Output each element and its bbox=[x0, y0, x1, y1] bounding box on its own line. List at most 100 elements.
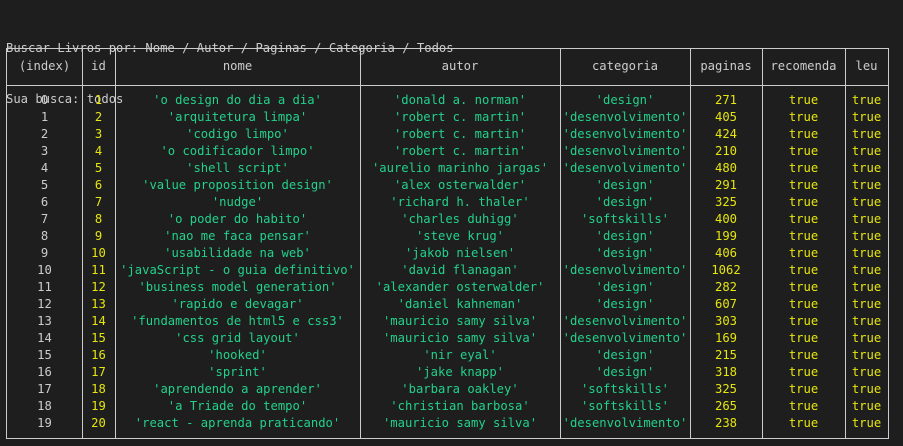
table-cell-categoria: 'design' bbox=[595, 229, 655, 243]
table-cell-id: 1 bbox=[94, 93, 103, 107]
table-cell-autor: 'mauricio samy silva' bbox=[382, 416, 538, 430]
table-cell-categoria: 'design' bbox=[595, 178, 655, 192]
table-cell-nome: 'o design do dia a dia' bbox=[153, 93, 322, 107]
table-cell-autor: 'robert c. martin' bbox=[393, 127, 527, 141]
table-cell-id: 5 bbox=[94, 161, 103, 175]
table-cell-paginas: 480 bbox=[714, 161, 737, 175]
table-cell-recomenda: true bbox=[788, 212, 819, 226]
table-cell-nome: 'aprendendo a aprender' bbox=[153, 382, 322, 396]
table-cell-recomenda: true bbox=[788, 399, 819, 413]
table-cell-paginas: 238 bbox=[714, 416, 737, 430]
table-cell-categoria: 'design' bbox=[595, 280, 655, 294]
table-cell-leu: true bbox=[851, 263, 882, 277]
table-cell-leu: true bbox=[851, 93, 882, 107]
table-cell-categoria: 'design' bbox=[595, 365, 655, 379]
table-cell-paginas: 169 bbox=[714, 331, 737, 345]
table-cell-index: 7 bbox=[40, 212, 49, 226]
table-cell-recomenda: true bbox=[788, 144, 819, 158]
column-header-leu: leu bbox=[855, 59, 878, 73]
table-cell-nome: 'o codificador limpo' bbox=[160, 144, 315, 158]
table-cell-paginas: 325 bbox=[714, 195, 737, 209]
column-header-recomenda: recomenda bbox=[770, 59, 837, 73]
table-cell-id: 2 bbox=[94, 110, 103, 124]
table-cell-paginas: 291 bbox=[714, 178, 737, 192]
table-cell-id: 11 bbox=[91, 263, 106, 277]
table-cell-paginas: 215 bbox=[714, 348, 737, 362]
table-cell-leu: true bbox=[851, 280, 882, 294]
table-cell-recomenda: true bbox=[788, 229, 819, 243]
table-cell-paginas: 318 bbox=[714, 365, 737, 379]
table-cell-nome: 'business model generation' bbox=[138, 280, 337, 294]
table-cell-nome: 'nudge' bbox=[211, 195, 264, 209]
table-cell-index: 0 bbox=[40, 93, 49, 107]
table-cell-leu: true bbox=[851, 161, 882, 175]
table-cell-autor: 'richard h. thaler' bbox=[390, 195, 530, 209]
table-cell-paginas: 400 bbox=[714, 212, 737, 226]
table-cell-autor: 'daniel kahneman' bbox=[397, 297, 523, 311]
table-cell-id: 16 bbox=[91, 348, 106, 362]
table-cell-id: 19 bbox=[91, 399, 106, 413]
table-cell-recomenda: true bbox=[788, 161, 819, 175]
table-cell-paginas: 405 bbox=[714, 110, 737, 124]
table-cell-categoria: 'softskills' bbox=[580, 212, 670, 226]
table-cell-paginas: 406 bbox=[714, 246, 737, 260]
table-cell-autor: 'steve krug' bbox=[415, 229, 505, 243]
table-cell-index: 9 bbox=[40, 246, 49, 260]
table-cell-index: 14 bbox=[37, 331, 52, 345]
column-header-nome: nome bbox=[222, 59, 253, 73]
table-cell-index: 19 bbox=[37, 416, 52, 430]
table-cell-id: 8 bbox=[94, 212, 103, 226]
table-cell-leu: true bbox=[851, 348, 882, 362]
table-cell-paginas: 303 bbox=[714, 314, 737, 328]
table-cell-recomenda: true bbox=[788, 93, 819, 107]
table-cell-nome: 'hooked' bbox=[208, 348, 267, 362]
column-header-autor: autor bbox=[441, 59, 479, 73]
table-cell-id: 20 bbox=[91, 416, 106, 430]
console-table: (index) id nome autor categoria paginas recome… bbox=[6, 48, 889, 439]
table-cell-index: 16 bbox=[37, 365, 52, 379]
column-header-id: id bbox=[91, 59, 106, 73]
table-cell-nome: 'sprint' bbox=[208, 365, 267, 379]
table-cell-nome: 'value proposition design' bbox=[142, 178, 333, 192]
table-cell-autor: 'jake knapp' bbox=[415, 365, 505, 379]
table-cell-autor: 'mauricio samy silva' bbox=[382, 314, 538, 328]
table-cell-nome: 'o poder do habito' bbox=[167, 212, 308, 226]
table-cell-recomenda: true bbox=[788, 263, 819, 277]
table-cell-categoria: 'desenvolvimento' bbox=[562, 110, 688, 124]
table-cell-recomenda: true bbox=[788, 314, 819, 328]
table-cell-leu: true bbox=[851, 212, 882, 226]
table-cell-recomenda: true bbox=[788, 127, 819, 141]
table-cell-paginas: 210 bbox=[714, 144, 737, 158]
table-cell-categoria: 'desenvolvimento' bbox=[562, 314, 688, 328]
header-divider bbox=[7, 85, 888, 86]
table-cell-id: 6 bbox=[94, 178, 103, 192]
table-cell-paginas: 325 bbox=[714, 382, 737, 396]
table-cell-autor: 'barbara oakley' bbox=[401, 382, 519, 396]
table-cell-autor: 'christian barbosa' bbox=[390, 399, 530, 413]
table-cell-autor: 'charles duhigg' bbox=[401, 212, 519, 226]
table-cell-nome: 'codigo limpo' bbox=[186, 127, 289, 141]
table-cell-paginas: 607 bbox=[714, 297, 737, 311]
table-cell-id: 14 bbox=[91, 314, 106, 328]
table-cell-categoria: 'design' bbox=[595, 195, 655, 209]
table-cell-nome: 'rapido e devagar' bbox=[171, 297, 304, 311]
table-cell-paginas: 271 bbox=[714, 93, 737, 107]
table-cell-recomenda: true bbox=[788, 246, 819, 260]
table-cell-leu: true bbox=[851, 416, 882, 430]
table-cell-id: 10 bbox=[91, 246, 106, 260]
table-cell-autor: 'nir eyal' bbox=[423, 348, 497, 362]
table-cell-categoria: 'design' bbox=[595, 246, 655, 260]
table-cell-id: 13 bbox=[91, 297, 106, 311]
table-cell-index: 6 bbox=[40, 195, 49, 209]
table-cell-index: 15 bbox=[37, 348, 52, 362]
table-cell-nome: 'usabilidade na web' bbox=[164, 246, 311, 260]
table-cell-categoria: 'desenvolvimento' bbox=[562, 144, 688, 158]
table-cell-categoria: 'design' bbox=[595, 348, 655, 362]
table-cell-id: 4 bbox=[94, 144, 103, 158]
table-cell-leu: true bbox=[851, 110, 882, 124]
table-cell-recomenda: true bbox=[788, 382, 819, 396]
table-cell-categoria: 'design' bbox=[595, 93, 655, 107]
table-cell-paginas: 424 bbox=[714, 127, 737, 141]
table-cell-index: 2 bbox=[40, 127, 49, 141]
table-cell-index: 18 bbox=[37, 399, 52, 413]
